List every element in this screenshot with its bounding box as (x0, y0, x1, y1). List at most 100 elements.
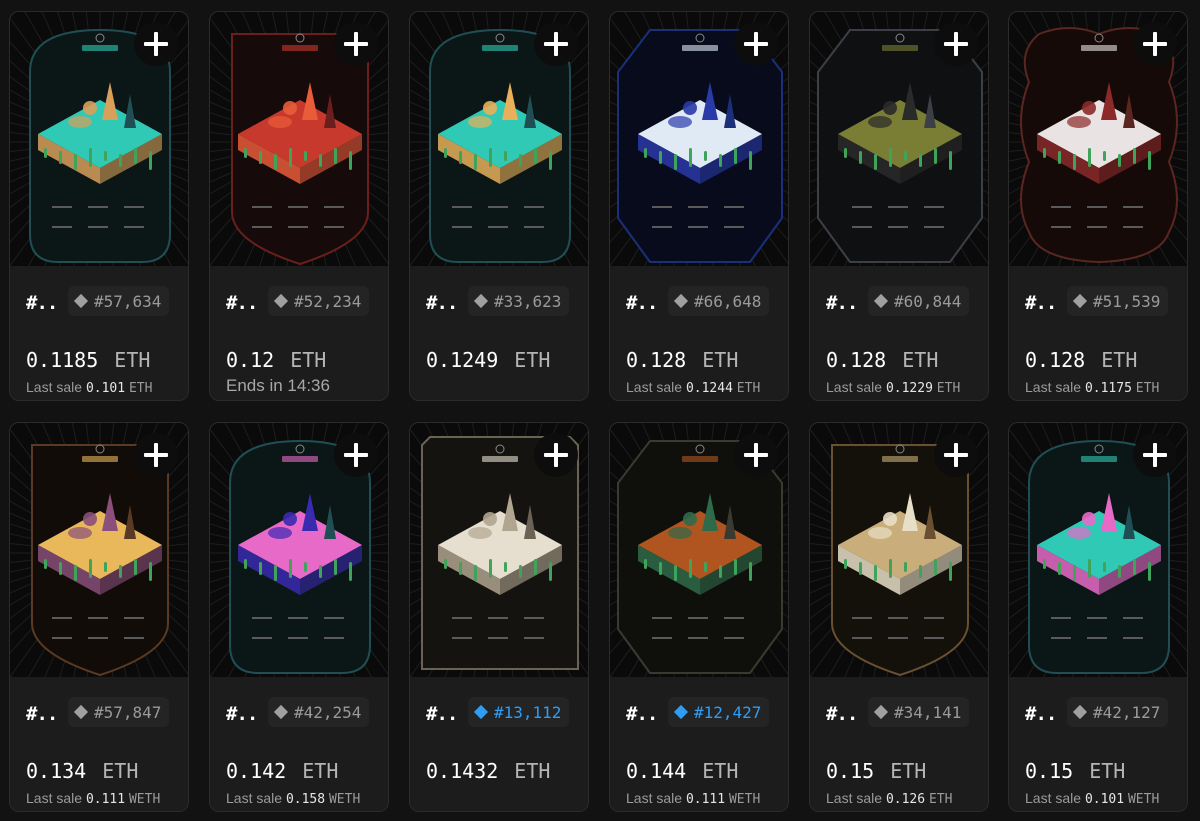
last-sale: Last sale 0.1244 ETH (626, 379, 760, 396)
rarity-rank-badge[interactable]: #13,112 (468, 697, 570, 727)
price-currency: ETH (702, 348, 739, 372)
add-to-cart-button[interactable] (934, 433, 978, 477)
nft-card[interactable]: #.. #60,844 0.128 ETH Last sale 0.1229 ETH (809, 11, 989, 401)
rarity-rank-text: #60,844 (894, 291, 962, 311)
sub-label: Ends in 14:36 (226, 376, 330, 395)
last-sale: Last sale 0.1229 ETH (826, 379, 960, 396)
token-name: #.. (226, 703, 258, 725)
plus-icon (1143, 443, 1167, 467)
rarity-diamond-icon (73, 704, 89, 720)
rarity-diamond-icon (1072, 704, 1088, 720)
last-sale-value: 0.111 (685, 792, 726, 807)
add-to-cart-button[interactable] (334, 433, 378, 477)
last-sale: Last sale 0.101 ETH (26, 379, 152, 396)
last-sale-value: 0.111 (85, 792, 126, 807)
add-to-cart-button[interactable] (734, 22, 778, 66)
rarity-rank-badge[interactable]: #52,234 (268, 286, 370, 316)
add-to-cart-button[interactable] (934, 22, 978, 66)
rarity-rank-badge[interactable]: #34,141 (868, 697, 970, 727)
nft-card[interactable]: #.. #57,847 0.134 ETH Last sale 0.111 WETH (9, 422, 189, 812)
price-value: 0.12 (226, 348, 275, 372)
add-to-cart-button[interactable] (534, 22, 578, 66)
listing-price: 0.15 ETH (826, 759, 926, 783)
rarity-rank-badge[interactable]: #12,427 (668, 697, 770, 727)
add-to-cart-button[interactable] (1133, 22, 1177, 66)
token-name: #.. (826, 292, 858, 314)
rarity-rank-text: #12,427 (694, 702, 762, 722)
sub-label: Last sale (626, 379, 683, 395)
rarity-rank-text: #52,234 (294, 291, 362, 311)
rarity-rank-badge[interactable]: #60,844 (868, 286, 970, 316)
last-sale-unit: ETH (1135, 381, 1160, 396)
rarity-rank-badge[interactable]: #66,648 (668, 286, 770, 316)
add-to-cart-button[interactable] (734, 433, 778, 477)
token-name: #.. (426, 703, 458, 725)
nft-card[interactable]: #.. #51,539 0.128 ETH Last sale 0.1175 ETH (1008, 11, 1188, 401)
last-sale: Last sale 0.111 WETH (626, 790, 760, 807)
price-value: 0.15 (826, 759, 875, 783)
add-to-cart-button[interactable] (134, 22, 178, 66)
card-info: #.. #34,141 0.15 ETH Last sale 0.126 ETH (810, 677, 988, 811)
sub-label: Last sale (1025, 790, 1082, 806)
nft-card[interactable]: #.. #42,254 0.142 ETH Last sale 0.158 WETH (209, 422, 389, 812)
token-name: #.. (226, 292, 258, 314)
card-info: #.. #60,844 0.128 ETH Last sale 0.1229 ETH (810, 266, 988, 400)
price-currency: ETH (1089, 759, 1126, 783)
last-sale-unit: ETH (736, 381, 761, 396)
token-name: #.. (826, 703, 858, 725)
add-to-cart-button[interactable] (334, 22, 378, 66)
price-currency: ETH (902, 348, 939, 372)
rarity-diamond-icon (273, 704, 289, 720)
price-value: 0.1185 (26, 348, 99, 372)
last-sale-value: 0.101 (85, 381, 126, 396)
rarity-rank-badge[interactable]: #57,847 (68, 697, 170, 727)
plus-icon (944, 32, 968, 56)
rarity-diamond-icon (873, 293, 889, 309)
nft-card[interactable]: #.. #34,141 0.15 ETH Last sale 0.126 ETH (809, 422, 989, 812)
card-info: #.. #33,623 0.1249 ETH (410, 266, 588, 400)
nft-card[interactable]: #.. #12,427 0.144 ETH Last sale 0.111 WETH (609, 422, 789, 812)
rarity-rank-text: #33,623 (494, 291, 562, 311)
rarity-rank-badge[interactable]: #42,127 (1067, 697, 1169, 727)
last-sale-value: 0.1244 (685, 381, 733, 396)
add-to-cart-button[interactable] (134, 433, 178, 477)
listing-price: 0.142 ETH (226, 759, 338, 783)
nft-card[interactable]: #.. #66,648 0.128 ETH Last sale 0.1244 ETH (609, 11, 789, 401)
price-currency: ETH (114, 348, 151, 372)
rarity-rank-text: #13,112 (494, 702, 562, 722)
auction-countdown: Ends in 14:36 (226, 376, 330, 396)
price-value: 0.1249 (426, 348, 499, 372)
rarity-diamond-icon (473, 704, 489, 720)
listing-price: 0.144 ETH (626, 759, 738, 783)
plus-icon (544, 32, 568, 56)
nft-card[interactable]: #.. #42,127 0.15 ETH Last sale 0.101 WETH (1008, 422, 1188, 812)
last-sale-unit: WETH (128, 792, 161, 807)
price-currency: ETH (290, 348, 327, 372)
last-sale: Last sale 0.101 WETH (1025, 790, 1159, 807)
nft-card[interactable]: #.. #13,112 0.1432 ETH (409, 422, 589, 812)
nft-card[interactable]: #.. #52,234 0.12 ETH Ends in 14:36 (209, 11, 389, 401)
price-value: 0.15 (1025, 759, 1074, 783)
nft-card[interactable]: #.. #57,634 0.1185 ETH Last sale 0.101 ETH (9, 11, 189, 401)
price-currency: ETH (890, 759, 927, 783)
last-sale-value: 0.158 (285, 792, 326, 807)
sub-label: Last sale (226, 790, 283, 806)
last-sale-unit: ETH (936, 381, 961, 396)
price-currency: ETH (1101, 348, 1138, 372)
last-sale-unit: WETH (328, 792, 361, 807)
add-to-cart-button[interactable] (534, 433, 578, 477)
plus-icon (744, 32, 768, 56)
last-sale-value: 0.101 (1084, 792, 1125, 807)
rarity-rank-badge[interactable]: #33,623 (468, 286, 570, 316)
add-to-cart-button[interactable] (1133, 433, 1177, 477)
last-sale-unit: ETH (128, 381, 153, 396)
rarity-rank-text: #66,648 (694, 291, 762, 311)
card-info: #.. #13,112 0.1432 ETH (410, 677, 588, 811)
rarity-rank-badge[interactable]: #51,539 (1067, 286, 1169, 316)
rarity-rank-badge[interactable]: #42,254 (268, 697, 370, 727)
nft-card[interactable]: #.. #33,623 0.1249 ETH (409, 11, 589, 401)
rarity-rank-badge[interactable]: #57,634 (68, 286, 170, 316)
token-name: #.. (626, 292, 658, 314)
token-name: #.. (1025, 292, 1057, 314)
token-name: #.. (1025, 703, 1057, 725)
